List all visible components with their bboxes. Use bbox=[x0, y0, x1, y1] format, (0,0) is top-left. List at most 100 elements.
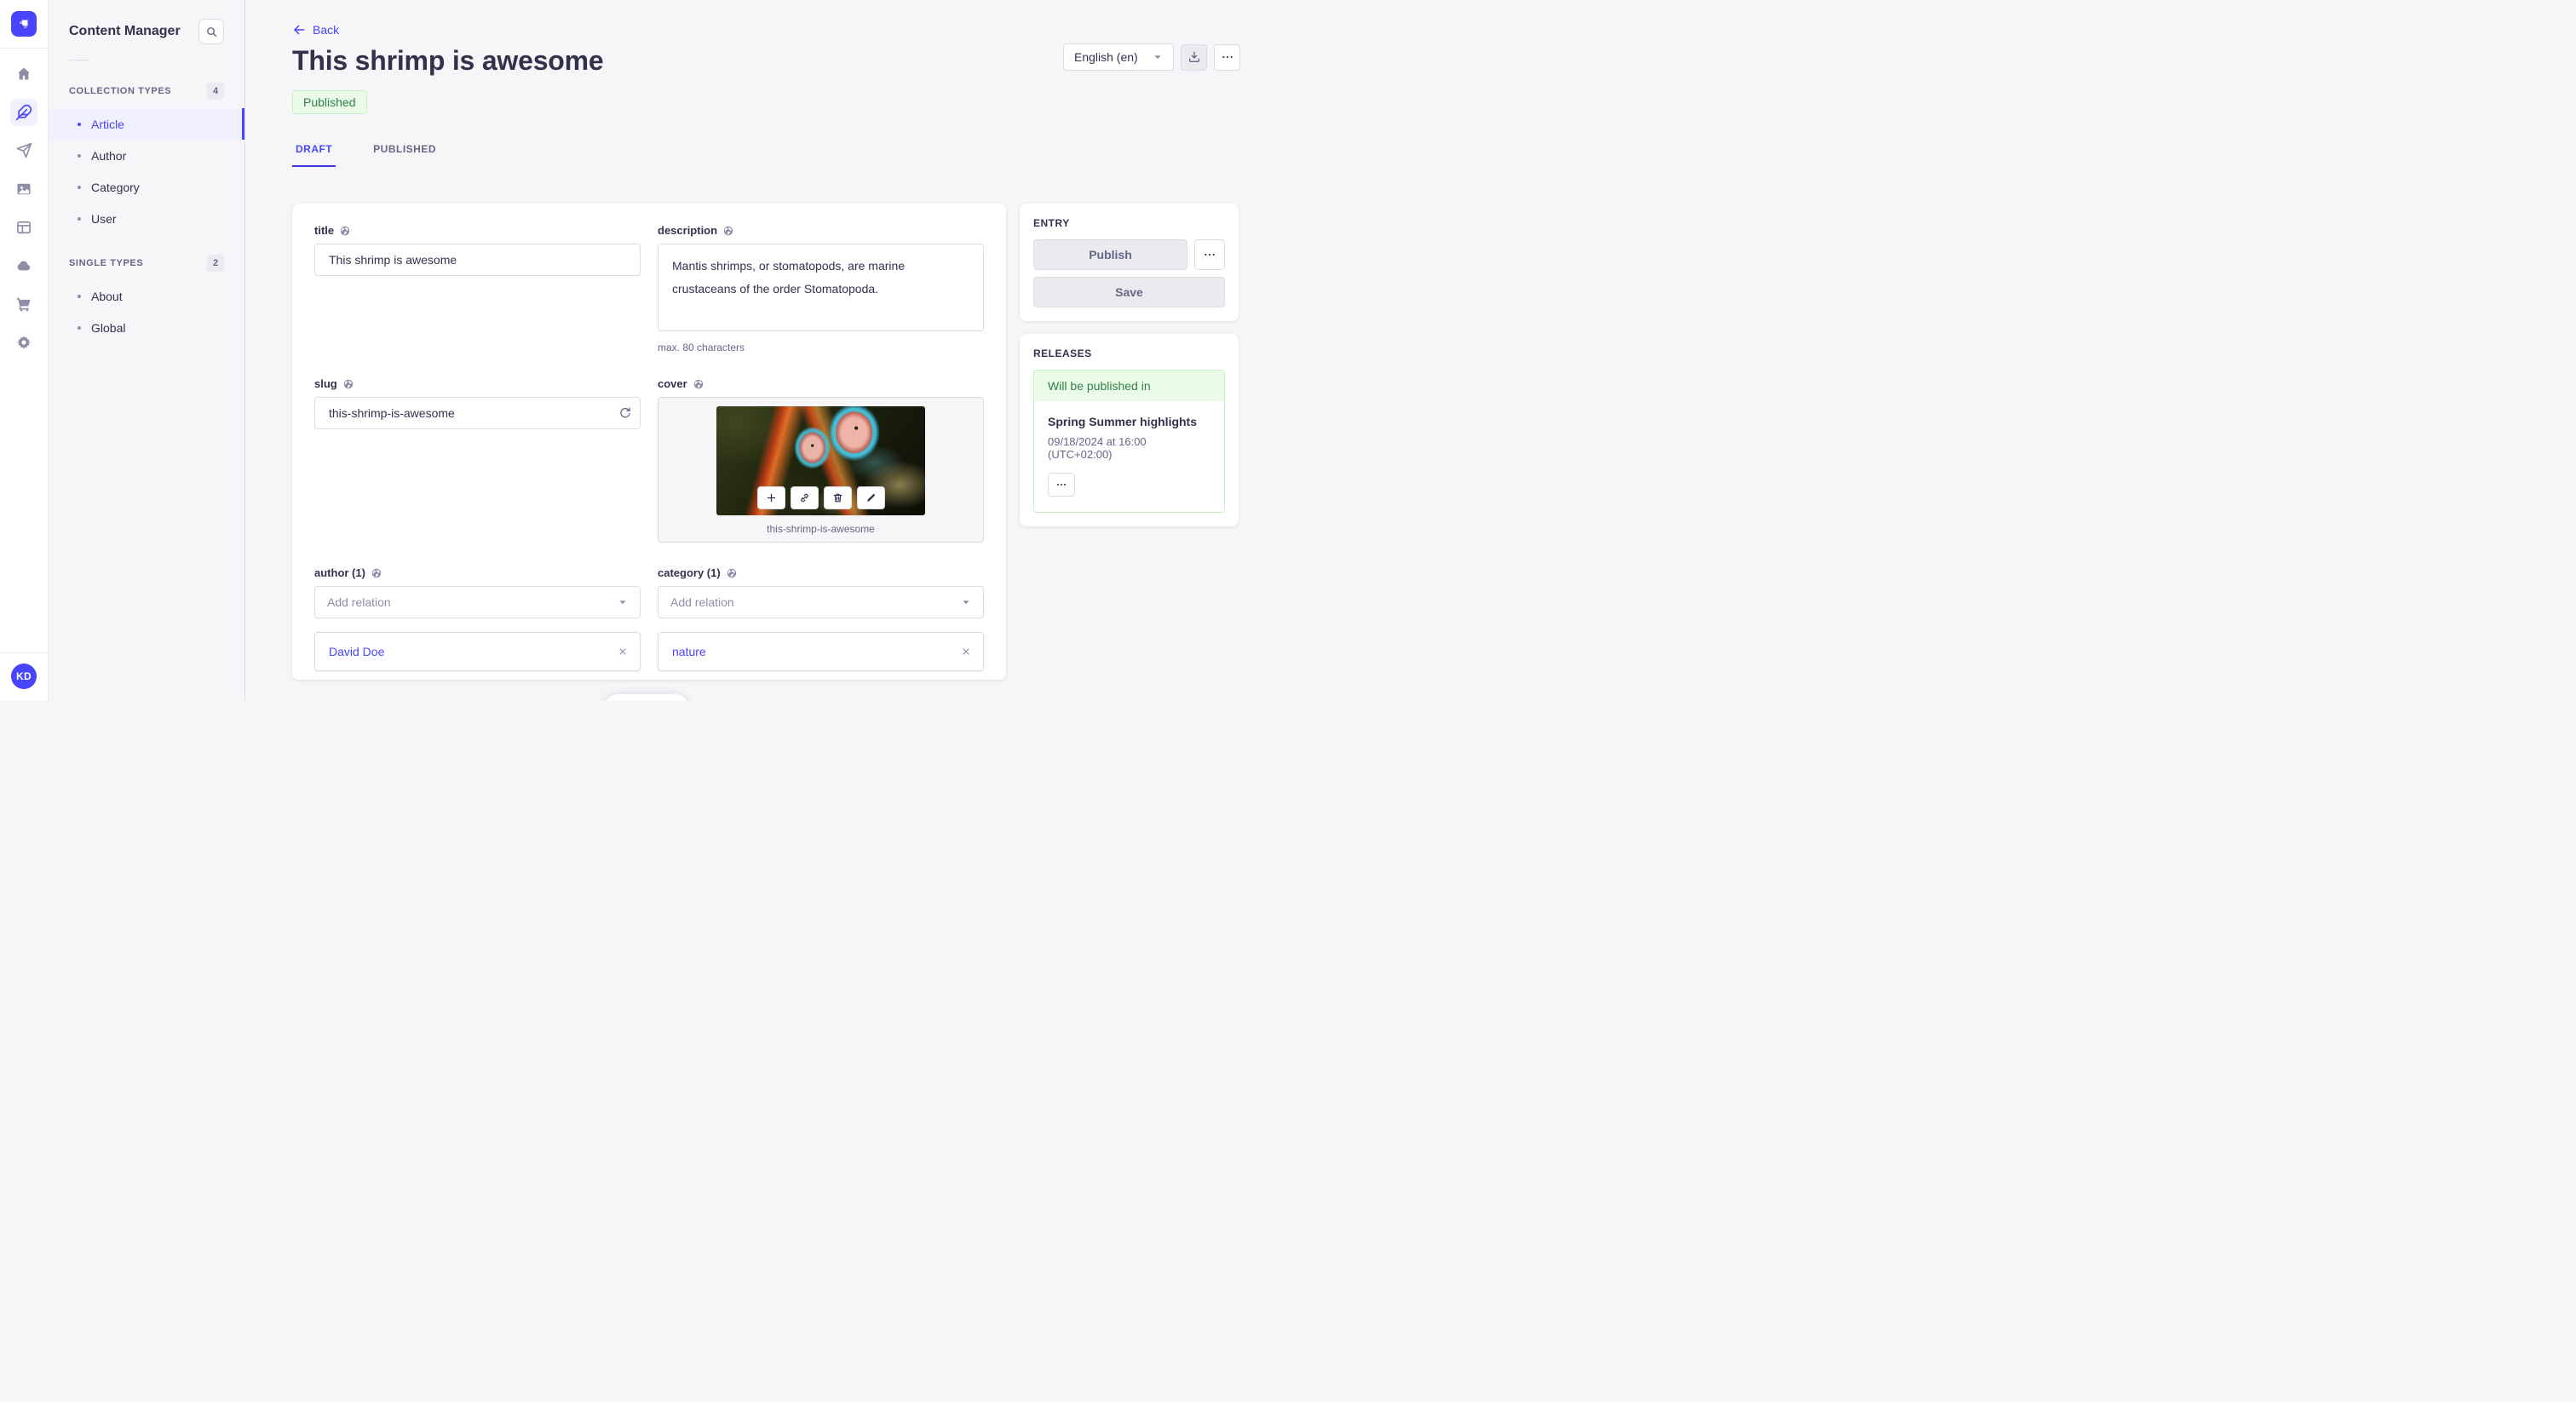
releases-panel-title: RELEASES bbox=[1033, 348, 1092, 359]
author-relation-select[interactable]: Add relation bbox=[314, 586, 641, 618]
export-button[interactable] bbox=[1181, 43, 1207, 71]
more-dots-icon bbox=[1205, 253, 1215, 256]
search-button[interactable] bbox=[198, 19, 224, 44]
slug-input[interactable] bbox=[314, 397, 641, 429]
bullet-icon bbox=[78, 325, 81, 330]
home-nav-button[interactable] bbox=[10, 60, 37, 88]
collection-types-list: Article Author Category User bbox=[49, 108, 244, 234]
sidebar-item-label: Category bbox=[91, 180, 140, 194]
bullet-icon bbox=[78, 185, 81, 189]
author-relation-link[interactable]: David Doe bbox=[329, 645, 384, 658]
sidebar-item-user[interactable]: User bbox=[49, 203, 244, 234]
back-label: Back bbox=[313, 23, 340, 37]
content-manager-nav-button[interactable] bbox=[10, 99, 37, 126]
cover-actions-toolbar bbox=[756, 486, 885, 509]
locale-selected-value: English (en) bbox=[1074, 50, 1138, 64]
back-arrow-icon bbox=[294, 25, 305, 35]
sidebar-item-about[interactable]: About bbox=[49, 280, 244, 312]
pencil-icon bbox=[866, 494, 875, 502]
category-field-label: category (1) bbox=[658, 566, 721, 579]
entry-more-button[interactable] bbox=[1194, 239, 1225, 270]
close-icon bbox=[619, 648, 626, 655]
floating-widget[interactable] bbox=[604, 694, 689, 701]
strapi-logo[interactable] bbox=[11, 11, 37, 37]
cover-image-mantis-shrimp[interactable] bbox=[716, 406, 925, 515]
category-relation-link[interactable]: nature bbox=[672, 645, 706, 658]
cart-icon bbox=[16, 297, 31, 312]
title-input[interactable] bbox=[314, 244, 641, 276]
category-select-placeholder: Add relation bbox=[670, 595, 734, 609]
collection-types-count-badge: 4 bbox=[207, 83, 224, 100]
slug-field: slug bbox=[314, 377, 641, 543]
user-avatar[interactable]: KD bbox=[11, 664, 37, 689]
title-field: title bbox=[314, 224, 641, 353]
single-types-list: About Global bbox=[69, 280, 224, 343]
sidebar-item-author[interactable]: Author bbox=[49, 140, 244, 171]
sidebar-item-article[interactable]: Article bbox=[49, 108, 244, 140]
category-relation-select[interactable]: Add relation bbox=[658, 586, 984, 618]
sidebar-item-label: Article bbox=[91, 117, 124, 131]
rail-user-section: KD bbox=[0, 652, 48, 701]
sidebar-item-global[interactable]: Global bbox=[49, 312, 244, 343]
author-field: author (1) Add relation David Doe bbox=[314, 566, 641, 671]
publish-button[interactable]: Publish bbox=[1033, 239, 1187, 270]
description-textarea[interactable]: Mantis shrimps, or stomatopods, are mari… bbox=[658, 244, 984, 331]
release-card: Will be published in Spring Summer highl… bbox=[1033, 370, 1225, 513]
releases-panel: RELEASES Will be published in Spring Sum… bbox=[1020, 334, 1239, 526]
single-types-heading: SINGLE TYPES bbox=[69, 258, 144, 268]
more-dots-icon bbox=[1222, 55, 1233, 59]
close-icon bbox=[963, 648, 969, 655]
author-select-placeholder: Add relation bbox=[327, 595, 391, 609]
sidebar-item-label: Global bbox=[91, 320, 126, 335]
logo-section bbox=[0, 0, 48, 49]
single-types-count-badge: 2 bbox=[207, 255, 224, 272]
settings-nav-button[interactable] bbox=[10, 329, 37, 356]
refresh-icon bbox=[620, 407, 630, 418]
header-more-button[interactable] bbox=[1214, 43, 1240, 71]
draft-published-tabs: DRAFT PUBLISHED bbox=[292, 143, 1240, 167]
globe-icon bbox=[340, 226, 350, 235]
nav-rail: KD bbox=[0, 0, 49, 701]
remove-category-relation-button[interactable] bbox=[961, 646, 971, 657]
remove-author-relation-button[interactable] bbox=[618, 646, 628, 657]
cover-field: cover this-shrimp-is-awesome bbox=[658, 377, 984, 543]
delete-asset-button[interactable] bbox=[823, 486, 852, 509]
category-relation-chip: nature bbox=[658, 632, 984, 671]
cover-asset-caption: this-shrimp-is-awesome bbox=[767, 523, 875, 535]
releases-nav-button[interactable] bbox=[10, 137, 37, 164]
add-asset-button[interactable] bbox=[756, 486, 785, 509]
entry-side-column: ENTRY Publish Save RELEASES Will be publ… bbox=[1020, 204, 1239, 526]
content-manager-sidebar: Content Manager COLLECTION TYPES 4 Artic… bbox=[49, 0, 245, 701]
trash-icon bbox=[833, 493, 842, 503]
sidebar-item-category[interactable]: Category bbox=[49, 171, 244, 203]
strapi-logo-icon bbox=[20, 20, 28, 29]
tab-published[interactable]: PUBLISHED bbox=[370, 143, 440, 167]
strapi-admin-app: KD Content Manager COLLECTION TYPES 4 Ar… bbox=[0, 0, 1288, 701]
cover-asset-box: this-shrimp-is-awesome bbox=[658, 397, 984, 543]
sidebar-item-label: Author bbox=[91, 148, 127, 163]
download-icon bbox=[1188, 51, 1199, 62]
marketplace-nav-button[interactable] bbox=[10, 290, 37, 318]
chevron-down-icon bbox=[1154, 55, 1161, 60]
collection-types-heading: COLLECTION TYPES bbox=[69, 86, 172, 96]
layout-icon bbox=[17, 221, 31, 234]
back-link[interactable]: Back bbox=[292, 23, 339, 37]
bullet-icon bbox=[78, 122, 81, 126]
release-more-button[interactable] bbox=[1048, 473, 1075, 497]
save-button[interactable]: Save bbox=[1033, 277, 1225, 307]
locale-select[interactable]: English (en) bbox=[1063, 43, 1174, 71]
content-type-builder-nav-button[interactable] bbox=[10, 214, 37, 241]
main-content: Back This shrimp is awesome Published DR… bbox=[245, 0, 1288, 701]
copy-link-button[interactable] bbox=[790, 486, 819, 509]
header-actions: English (en) bbox=[1063, 43, 1240, 71]
search-icon bbox=[206, 26, 216, 37]
slug-field-label: slug bbox=[314, 377, 337, 390]
feather-icon bbox=[15, 104, 32, 121]
cloud-nav-button[interactable] bbox=[10, 252, 37, 279]
plus-icon bbox=[767, 493, 775, 503]
regenerate-slug-button[interactable] bbox=[618, 406, 632, 420]
title-field-label: title bbox=[314, 224, 335, 237]
media-library-nav-button[interactable] bbox=[10, 175, 37, 203]
edit-asset-button[interactable] bbox=[856, 486, 885, 509]
tab-draft[interactable]: DRAFT bbox=[292, 143, 336, 167]
